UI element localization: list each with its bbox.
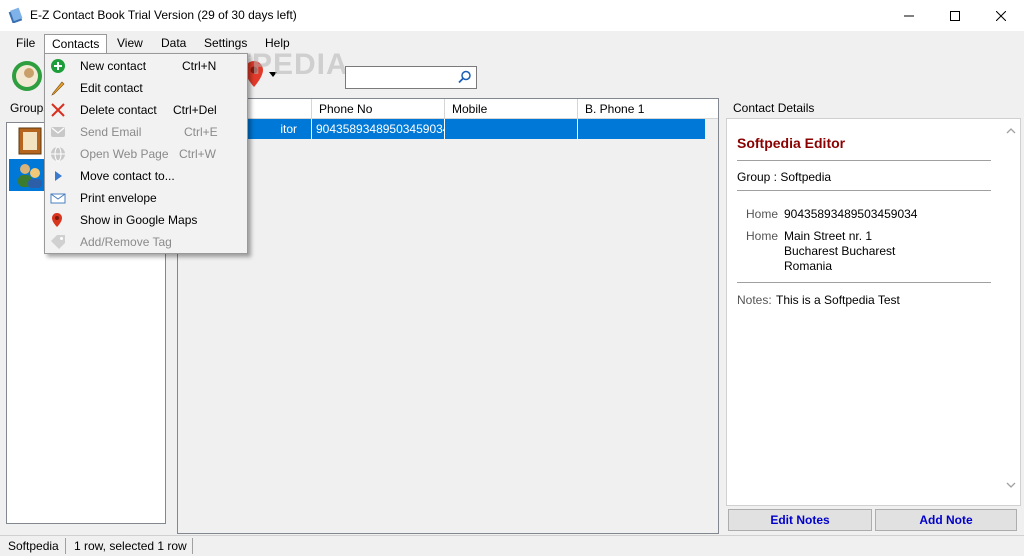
status-separator (65, 538, 66, 554)
search-input[interactable] (345, 66, 477, 89)
title-bar: E-Z Contact Book Trial Version (29 of 30… (0, 0, 1024, 31)
menu-view[interactable]: View (110, 34, 150, 54)
details-scrollbar[interactable] (1004, 125, 1018, 497)
envelope-icon (50, 193, 66, 204)
plus-circle-icon (51, 59, 65, 73)
column-header-bphone[interactable]: B. Phone 1 (578, 99, 705, 119)
contacts-menu-dropdown: New contact Ctrl+N Edit contact Delete c… (44, 53, 248, 254)
menu-item-show-google-maps[interactable]: Show in Google Maps (45, 209, 247, 231)
menu-item-edit-contact[interactable]: Edit contact (45, 77, 247, 99)
status-group: Softpedia (8, 539, 59, 553)
edit-notes-button[interactable]: Edit Notes (728, 509, 872, 531)
home-phone-label: Home (746, 207, 779, 221)
app-book-icon (8, 7, 23, 23)
scroll-down-icon[interactable] (1006, 481, 1016, 491)
add-note-button[interactable]: Add Note (875, 509, 1017, 531)
status-bar: Softpedia 1 row, selected 1 row (0, 535, 1024, 556)
home-phone-value: 904358934895034590​34 (784, 207, 918, 221)
table-row[interactable]: itor 904358934895034590​34 (178, 119, 705, 139)
menu-item-add-remove-tag[interactable]: Add/Remove Tag (45, 231, 247, 253)
menu-item-delete-contact[interactable]: Delete contact Ctrl+Del (45, 99, 247, 121)
column-header-phone[interactable]: Phone No (312, 99, 445, 119)
status-separator (192, 538, 193, 554)
menu-contacts[interactable]: Contacts (44, 34, 108, 54)
menu-item-move-contact[interactable]: Move contact to... (45, 165, 247, 187)
minimize-icon (904, 15, 914, 16)
cell-phone: 904358934895034590​34 (312, 119, 445, 139)
details-header: Contact Details (726, 98, 1021, 118)
cell-mobile (445, 119, 578, 139)
home-address-label: Home (746, 229, 779, 243)
menu-item-send-email[interactable]: Send Email Ctrl+E (45, 121, 247, 143)
details-body: Softpedia Editor Group : Softpedia Home … (726, 118, 1021, 506)
map-pin-icon (52, 213, 62, 227)
address-line-2: Bucharest Bucharest (784, 244, 896, 258)
divider (737, 190, 991, 191)
grid-header: Phone No Mobile B. Phone 1 (178, 99, 718, 119)
notes-label: Notes: (737, 293, 772, 307)
menu-item-open-web-page[interactable]: Open Web Page Ctrl+W (45, 143, 247, 165)
divider (737, 160, 991, 161)
address-line-3: Romania (784, 259, 833, 273)
contacts-grid: Phone No Mobile B. Phone 1 itor 90435893… (177, 98, 719, 534)
notes-text: This is a Softpedia Test (776, 293, 900, 307)
minimize-button[interactable] (886, 0, 932, 31)
column-header-mobile[interactable]: Mobile (445, 99, 578, 119)
search-icon[interactable] (458, 70, 472, 84)
delete-x-icon (51, 103, 65, 117)
contact-details-panel: Contact Details Softpedia Editor Group :… (726, 98, 1021, 534)
group-book-icon[interactable] (17, 127, 43, 155)
pencil-icon (51, 81, 65, 96)
contact-group: Group : Softpedia (737, 170, 832, 184)
close-icon (996, 10, 1006, 21)
add-contact-toolbar-icon[interactable] (10, 59, 44, 93)
menu-item-print-envelope[interactable]: Print envelope (45, 187, 247, 209)
email-icon (51, 127, 65, 137)
maximize-icon (950, 10, 960, 21)
window-title: E-Z Contact Book Trial Version (29 of 30… (30, 8, 297, 22)
address-line-1: Main Street nr. 1 (784, 229, 873, 243)
close-button[interactable] (978, 0, 1024, 31)
cell-bphone (578, 119, 705, 139)
status-rows: 1 row, selected 1 row (74, 539, 187, 553)
menu-file[interactable]: File (9, 34, 42, 54)
divider (737, 282, 991, 283)
scroll-up-icon[interactable] (1006, 127, 1016, 137)
group-people-icon (18, 164, 42, 188)
tag-icon (51, 235, 65, 249)
menu-item-new-contact[interactable]: New contact Ctrl+N (45, 55, 247, 77)
maximize-button[interactable] (932, 0, 978, 31)
arrow-right-icon (55, 171, 62, 181)
globe-icon (51, 146, 65, 162)
menu-bar: File Contacts View Data Settings Help (0, 32, 1024, 54)
contact-name: Softpedia Editor (737, 135, 846, 151)
